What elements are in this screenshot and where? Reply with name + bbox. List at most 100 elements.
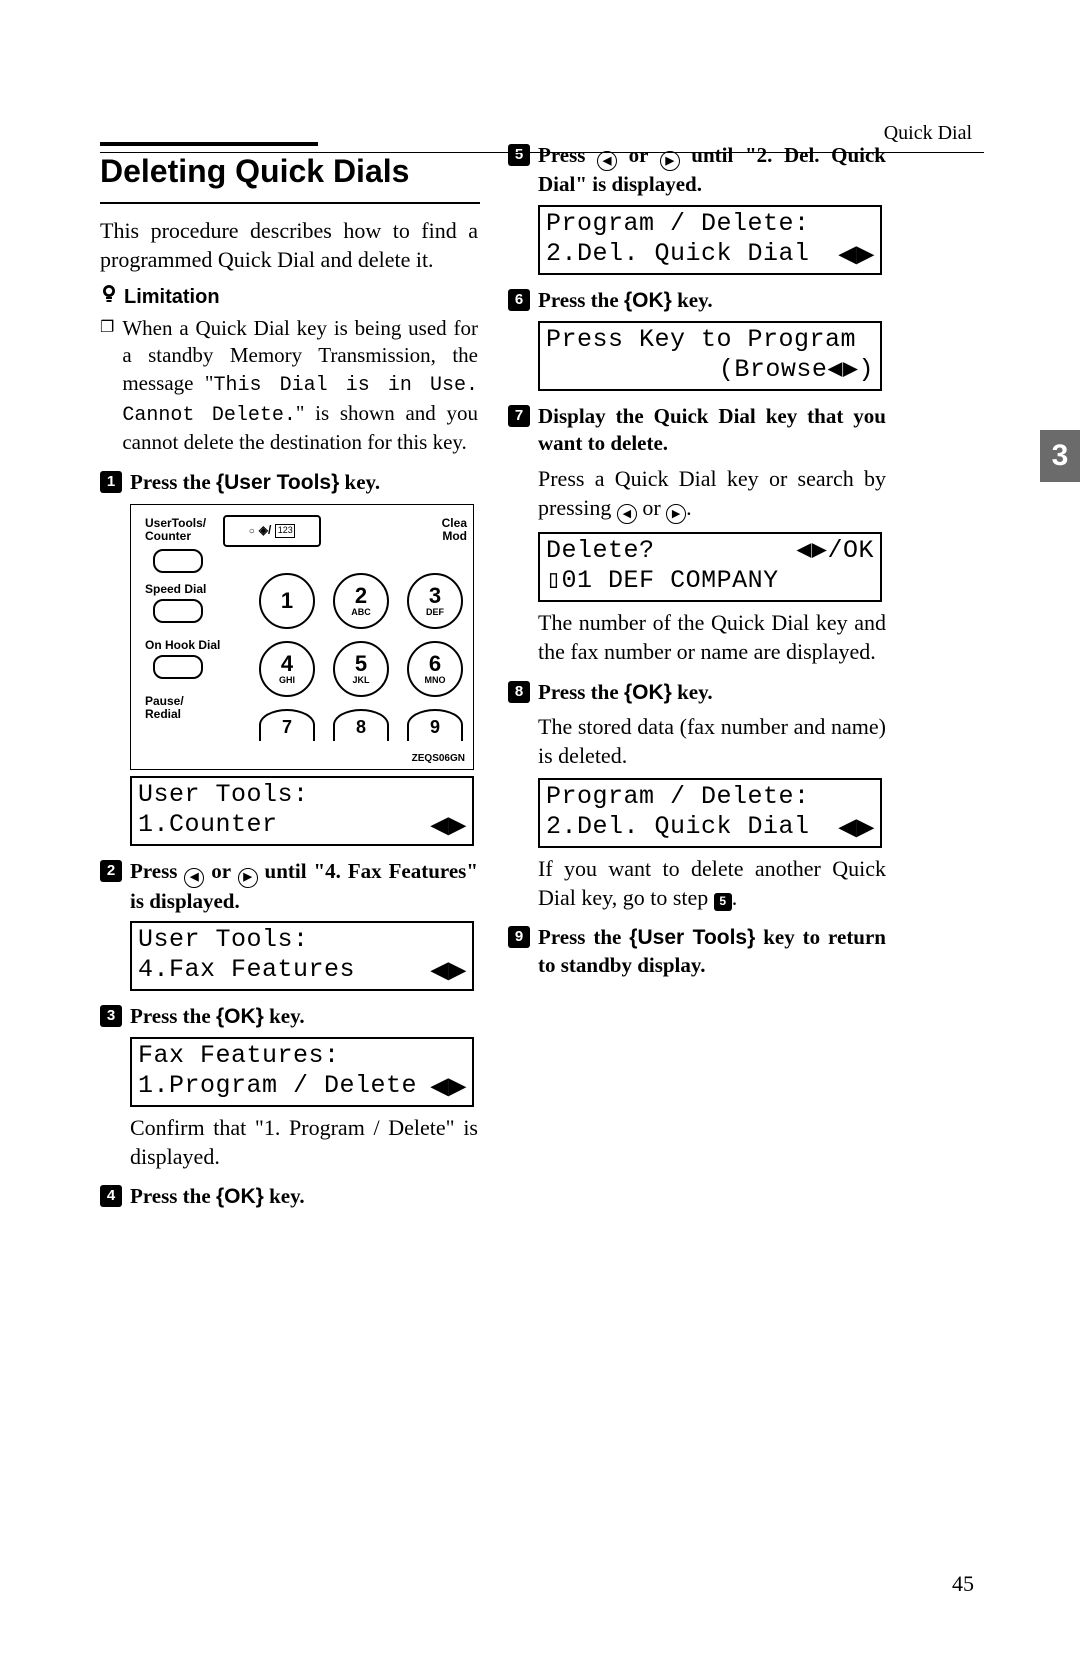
kp-speeddial-label: Speed Dial — [145, 583, 206, 596]
step3-after: Confirm that "1. Program / Delete" is di… — [130, 1113, 478, 1171]
left-arrow-icon: ◀ — [184, 868, 204, 888]
limitation-bullet-icon: ❐ — [100, 315, 114, 457]
key-ok: OK — [632, 681, 664, 704]
step8-post: key. — [672, 680, 713, 704]
step-5: 5 Press ◀ or ▶ until "2. Del. Quick Dial… — [508, 142, 886, 199]
step-num-2: 2 — [100, 860, 122, 882]
right-arrow-icon: ▶ — [660, 151, 680, 171]
key-3: 3DEF — [407, 573, 463, 629]
lcd6-r2: (Browse◀▶) — [719, 355, 874, 385]
rule-top — [100, 152, 984, 153]
key-1: 1 — [259, 573, 315, 629]
key-5: 5JKL — [333, 641, 389, 697]
lcd1-r2: 1.Counter — [138, 810, 278, 840]
lcd5-r1: Program / Delete: — [546, 209, 810, 239]
left-column: Deleting Quick Dials This procedure desc… — [100, 118, 478, 1217]
step-num-5: 5 — [508, 144, 530, 166]
key-4: 4GHI — [259, 641, 315, 697]
step2-mid: or — [204, 859, 237, 883]
circle-icon: ○ — [249, 525, 255, 538]
step7-after-end: . — [686, 495, 692, 520]
step7-after-mid: or — [637, 495, 666, 520]
kp-onhook-button — [153, 655, 203, 679]
intro-text: This procedure describes how to find a p… — [100, 216, 478, 274]
lcd-step8: Program / Delete: 2.Del. Quick Dial ◀▶ — [538, 778, 882, 848]
lcd7-r2: ▯01 DEF COMPANY — [546, 566, 779, 596]
title-rule-short — [100, 142, 318, 146]
step-ref-5: 5 — [714, 893, 732, 911]
lcd-step5: Program / Delete: 2.Del. Quick Dial ◀▶ — [538, 205, 882, 275]
step8-note-b: . — [732, 885, 738, 910]
step-num-3: 3 — [100, 1005, 122, 1027]
step5-mid: or — [617, 143, 660, 167]
page-number: 45 — [952, 1571, 974, 1597]
lcd6-r1: Press Key to Program — [546, 325, 856, 355]
key-user-tools: User Tools — [637, 926, 747, 949]
step9-pre: Press the — [538, 925, 629, 949]
step7-note: The number of the Quick Dial key and the… — [538, 608, 886, 666]
lcd-step1: User Tools: 1.Counter◀▶ — [130, 776, 474, 846]
step7-after-a: Press a Quick Dial key or search by pres… — [538, 466, 886, 520]
kp-clear-label: Clea Mod — [442, 517, 467, 542]
step-num-9: 9 — [508, 926, 530, 948]
step-7: 7 Display the Quick Dial key that you wa… — [508, 403, 886, 458]
left-right-arrow-icon: ◀▶ — [431, 1073, 466, 1099]
right-arrow-icon: ▶ — [238, 868, 258, 888]
chapter-tab: 3 — [1040, 430, 1080, 482]
step1-post: key. — [339, 470, 380, 494]
kp-image-code: ZEQS06GN — [412, 752, 465, 765]
step-num-8: 8 — [508, 681, 530, 703]
running-head: Quick Dial — [884, 122, 972, 145]
key-9: 9 — [407, 709, 463, 741]
step8-note-a: If you want to delete another Quick Dial… — [538, 856, 886, 910]
page: Quick Dial Deleting Quick Dials This pro… — [0, 0, 1080, 1669]
kp-pause-label: Pause/ Redial — [145, 695, 184, 720]
step-8: 8 Press the {OK} key. — [508, 679, 886, 707]
step-9: 9 Press the {User Tools} key to return t… — [508, 924, 886, 979]
lightbulb-icon — [100, 284, 118, 310]
step-4: 4 Press the {OK} key. — [100, 1183, 478, 1211]
left-right-arrow-icon: ◀▶ — [839, 241, 874, 267]
left-arrow-icon: ◀ — [597, 151, 617, 171]
lcd8-r1: Program / Delete: — [546, 782, 810, 812]
one-two-three-box: 123 — [275, 524, 295, 538]
step7-text: Display the Quick Dial key that you want… — [538, 403, 886, 458]
limitation-heading: Limitation — [100, 284, 478, 310]
lcd2-r1: User Tools: — [138, 925, 309, 955]
lcd7-r1a: Delete? — [546, 536, 655, 566]
limitation-body: ❐ When a Quick Dial key is being used fo… — [100, 315, 478, 457]
key-ok: OK — [224, 1185, 256, 1208]
section-title: Deleting Quick Dials — [100, 150, 478, 192]
step6-pre: Press the — [538, 288, 624, 312]
kp-usertools-display: ○ ◈/ 123 — [223, 515, 321, 547]
keypad-illustration: UserTools/ Counter ○ ◈/ 123 Clea Mod Spe… — [130, 504, 474, 770]
kp-speeddial-button — [153, 599, 203, 623]
key-6: 6MNO — [407, 641, 463, 697]
left-right-arrow-icon: ◀▶ — [431, 812, 466, 838]
step2-pre: Press — [130, 859, 184, 883]
left-arrow-icon: ◀ — [617, 504, 637, 524]
step-num-1: 1 — [100, 471, 122, 493]
lcd3-r2: 1.Program / Delete — [138, 1071, 417, 1101]
step-6: 6 Press the {OK} key. — [508, 287, 886, 315]
lcd-step6: Press Key to Program (Browse◀▶) — [538, 321, 882, 391]
step3-pre: Press the — [130, 1004, 216, 1028]
step4-post: key. — [264, 1184, 305, 1208]
step-2: 2 Press ◀ or ▶ until "4. Fax Features" i… — [100, 858, 478, 915]
right-column: 5 Press ◀ or ▶ until "2. Del. Quick Dial… — [508, 118, 886, 986]
lcd5-r2: 2.Del. Quick Dial — [546, 239, 810, 269]
left-right-arrow-icon: ◀▶ — [839, 814, 874, 840]
step-num-4: 4 — [100, 1185, 122, 1207]
lcd-step7: Delete?◀▶/OK ▯01 DEF COMPANY — [538, 532, 882, 602]
step1-pre: Press the — [130, 470, 216, 494]
key-7: 7 — [259, 709, 315, 741]
lcd2-r2: 4.Fax Features — [138, 955, 355, 985]
step6-post: key. — [672, 288, 713, 312]
lcd-step3: Fax Features: 1.Program / Delete◀▶ — [130, 1037, 474, 1107]
key-ok: OK — [224, 1005, 256, 1028]
lcd8-r2: 2.Del. Quick Dial — [546, 812, 810, 842]
diamond-icon: ◈/ — [259, 523, 272, 539]
step8-note: If you want to delete another Quick Dial… — [538, 854, 886, 912]
kp-row-2: 4GHI 5JKL 6MNO — [259, 641, 463, 697]
step5-pre: Press — [538, 143, 597, 167]
